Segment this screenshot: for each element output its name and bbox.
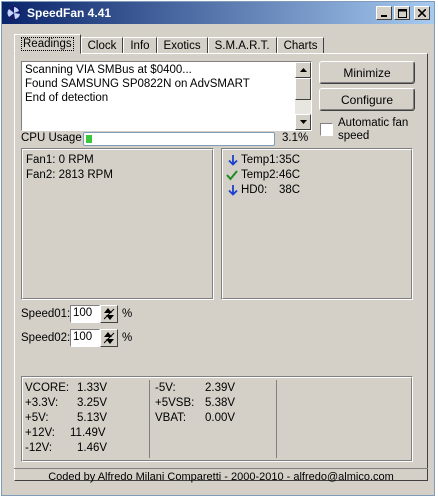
scroll-down-button[interactable] [295, 114, 311, 130]
speed01-unit: % [122, 308, 133, 320]
cpu-usage-percent: 3.1% [282, 132, 309, 144]
tab-info[interactable]: Info [123, 37, 157, 54]
configure-button[interactable]: Configure [319, 88, 415, 111]
cpu-usage-fill [86, 135, 92, 143]
vneg5-label: -5V: [155, 382, 176, 394]
check-icon [226, 170, 238, 181]
temp2-value: 46C [279, 169, 301, 181]
minimize-icon [381, 15, 387, 17]
maximize-window-button[interactable] [394, 6, 410, 20]
speed01-spinner[interactable] [100, 305, 118, 323]
arrow-up-icon [299, 68, 307, 72]
scroll-up-button[interactable] [295, 62, 311, 78]
vneg12-value: 1.46V [77, 442, 108, 454]
fan-app-icon [7, 6, 21, 20]
v33-value: 3.25V [77, 397, 108, 409]
title-bar[interactable]: SpeedFan 4.41 [2, 2, 434, 24]
voltages-panel: VCORE: 1.33V +3.3V: 3.25V +5V: 5.13V +12… [21, 376, 413, 462]
speed02-label: Speed02: [21, 332, 71, 344]
fans-panel: Fan1: 0 RPM Fan2: 2813 RPM [21, 148, 214, 300]
speedfan-window: SpeedFan 4.41 Readings Clock Info Exotic… [1, 1, 435, 496]
arrow-down-icon [299, 120, 307, 124]
automatic-fan-label: Automatic fan [338, 117, 409, 129]
v12-label: +12V: [25, 427, 55, 439]
arrow-down-icon [228, 155, 238, 166]
vcore-label: VCORE: [25, 382, 70, 394]
tab-smart[interactable]: S.M.A.R.T. [207, 37, 277, 54]
fan1-reading: Fan1: 0 RPM [26, 154, 94, 166]
minimize-button[interactable]: Minimize [319, 61, 415, 84]
tab-readings[interactable]: Readings [14, 34, 81, 54]
hd0-label: HD0: [241, 184, 268, 196]
tab-exotics[interactable]: Exotics [156, 37, 208, 54]
automatic-fan-speed-checkbox[interactable] [320, 123, 333, 136]
log-scrollbar[interactable] [295, 62, 311, 130]
log-line: Found SAMSUNG SP0822N on AdvSMART [25, 78, 250, 90]
hd0-value: 38C [279, 184, 301, 196]
v5-value: 5.13V [77, 412, 108, 424]
arrow-down-icon [228, 185, 238, 196]
maximize-icon [397, 8, 407, 18]
temp1-label: Temp1: [241, 154, 279, 166]
v5vsb-value: 5.38V [205, 397, 236, 409]
temp2-label: Temp2: [241, 169, 279, 181]
speed01-label: Speed01: [21, 308, 71, 320]
log-line: Scanning VIA SMBus at $0400... [25, 64, 192, 76]
speed02-input[interactable]: 100 [70, 329, 100, 347]
vbat-value: 0.00V [205, 412, 236, 424]
tab-clock[interactable]: Clock [80, 37, 124, 54]
temperatures-panel: Temp1: 35C Temp2: 46C HD0: 38C [221, 148, 413, 300]
detection-log[interactable]: Scanning VIA SMBus at $0400... Found SAM… [21, 61, 312, 131]
speed01-input[interactable]: 100 [70, 305, 100, 323]
voltage-divider [276, 380, 277, 458]
tab-strip: Readings Clock Info Exotics S.M.A.R.T. C… [14, 34, 325, 54]
vneg12-label: -12V: [25, 442, 53, 454]
speed02-unit: % [122, 332, 133, 344]
window-title: SpeedFan 4.41 [27, 6, 112, 20]
speed02-spinner[interactable] [100, 329, 118, 347]
v12-value: 11.49V [70, 427, 106, 439]
cpu-usage-label: CPU Usage [21, 132, 82, 144]
vcore-value: 1.33V [77, 382, 108, 394]
v5vsb-label: +5VSB: [155, 397, 195, 409]
close-icon [418, 9, 426, 17]
minimize-window-button[interactable] [376, 6, 392, 20]
automatic-fan-label-speed: speed [338, 130, 370, 142]
vbat-label: VBAT: [155, 412, 187, 424]
v33-label: +3.3V: [25, 397, 59, 409]
log-line: End of detection [25, 92, 109, 104]
v5-label: +5V: [25, 412, 49, 424]
vneg5-value: 2.39V [205, 382, 236, 394]
cpu-usage-bar [83, 132, 275, 146]
voltage-divider [149, 380, 150, 458]
spinner-arrows-icon [103, 308, 115, 320]
fan2-reading: Fan2: 2813 RPM [26, 169, 113, 181]
spinner-arrows-icon [103, 332, 115, 344]
temp1-value: 35C [279, 154, 301, 166]
close-window-button[interactable] [414, 6, 430, 20]
scroll-thumb[interactable] [295, 78, 311, 100]
status-bar: Coded by Alfredo Milani Comparetti - 200… [14, 468, 428, 485]
tab-charts[interactable]: Charts [276, 37, 325, 54]
